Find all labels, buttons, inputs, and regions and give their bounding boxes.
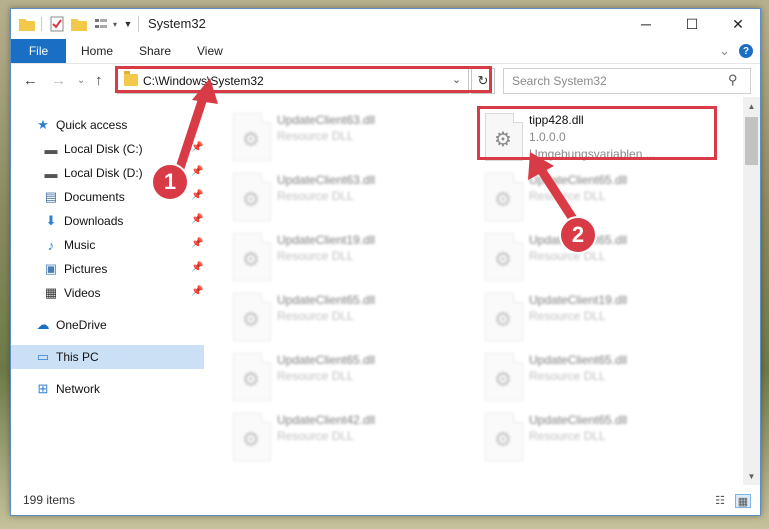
arrow-1-shaft: [175, 87, 210, 173]
step-1-badge: 1: [151, 163, 189, 201]
step-2-badge: 2: [559, 216, 597, 254]
arrow-1-head: [192, 78, 218, 104]
annotation-arrows: [175, 78, 580, 227]
arrow-2-shaft: [535, 163, 580, 227]
